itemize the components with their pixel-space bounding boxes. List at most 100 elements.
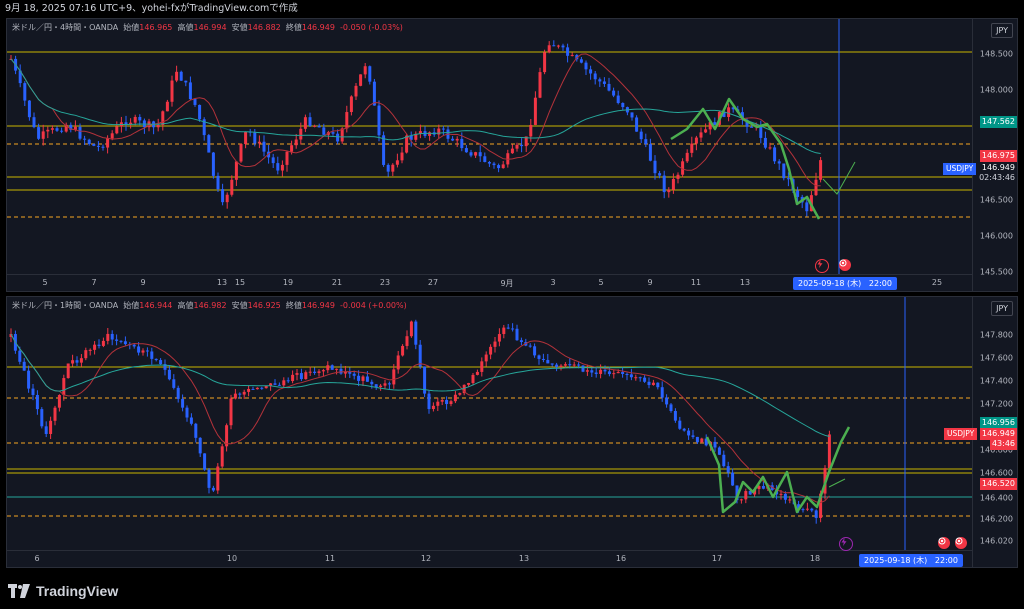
candle-body [467,382,471,385]
projection-line[interactable] [670,97,821,220]
candle-body [294,139,298,146]
candle-body [451,138,455,141]
candle-body [445,399,449,405]
candle-body [700,438,704,443]
candle-body [211,152,215,176]
candle-body [188,82,192,100]
candle-body [510,148,514,154]
crosshair-date-pill: 2025-09-18 (木) 22:00 [859,554,963,567]
candle-body [629,374,633,378]
candle-body [589,69,593,74]
target-icon[interactable] [955,537,967,549]
candle-body [194,423,198,438]
candle-body [594,372,598,374]
target-icon[interactable] [839,259,851,271]
candle-body [251,388,255,390]
candle-body [665,397,669,405]
chart-pane-4h[interactable]: 米ドル／円・4時間・OANDA 始値146.965 高値146.994 安値14… [6,18,1018,292]
candle-body [493,341,497,347]
candle-body [819,160,823,180]
currency-button[interactable]: JPY [991,23,1013,38]
candle-body [667,189,671,193]
candle-body [78,126,82,139]
candle-body [304,372,308,380]
candle-body [621,103,625,108]
time-tick: 13 [518,554,530,563]
candle-body [763,137,767,148]
candle-body [123,341,127,345]
tradingview-brand[interactable]: TradingView [8,580,118,602]
candle-body [234,161,238,180]
candle-body [519,340,523,343]
candle-body [303,117,307,129]
candle-body [277,384,281,386]
candle-body [563,364,567,366]
candle-body [630,112,634,118]
candle-body [777,161,781,164]
candle-body [464,148,468,153]
time-tick: 27 [427,278,439,287]
candle-body [480,361,484,372]
candle-body [322,127,326,135]
candle-body [744,491,748,500]
candle-body [280,164,284,171]
candle-body [313,371,317,373]
candle-body [154,358,158,361]
candle-body [761,485,765,489]
candle-body [336,133,340,142]
time-tick: 9月 [500,279,514,288]
candle-body [317,125,321,128]
candle-body [660,387,664,398]
candle-body [658,173,662,176]
projection-line-thin[interactable] [828,478,846,488]
currency-button[interactable]: JPY [991,301,1013,316]
candle-body [198,437,202,454]
candle-body [648,144,652,161]
candle-body [685,152,689,162]
price-plot-4h[interactable] [7,19,973,275]
candle-body [676,174,680,179]
symbol-tag: USDJPY [944,428,978,440]
candle-body [115,126,119,134]
legend-symbol: 米ドル／円・1時間・OANDA [12,301,119,310]
candle-body [671,178,675,190]
candle-body [621,372,625,374]
red-level-label: 146.520 [979,478,1017,490]
candle-body [83,138,87,140]
chart-pane-1h[interactable]: 米ドル／円・1時間・OANDA 始値146.944 高値146.982 安値14… [6,296,1018,568]
candle-body [165,101,169,112]
candle-body [23,83,27,101]
legend-open: 146.944 [139,301,173,310]
candle-body [383,383,387,386]
target-icon[interactable] [938,537,950,549]
symbol-tag: USDJPY [943,163,977,175]
candle-body [370,381,374,385]
candle-body [515,144,519,149]
candle-body [616,95,620,104]
candle-body [35,394,39,410]
candle-body [299,373,303,380]
candle-body [374,384,378,388]
lightning-icon[interactable] [815,259,829,273]
candle-body [27,370,31,389]
legend-low: 146.882 [247,23,281,32]
legend-high: 146.982 [193,301,227,310]
time-tick: 12 [420,554,432,563]
candle-body [331,132,335,134]
candle-body [497,165,501,169]
price-plot-1h[interactable] [7,297,973,551]
candle-body [290,145,294,152]
candle-body [541,358,545,360]
candle-body [145,350,149,352]
lightning-icon[interactable] [839,537,853,551]
candle-body [581,365,585,372]
candle-body [409,321,413,337]
candle-body [299,128,303,140]
candle-body [170,80,174,102]
candle-body [768,147,772,149]
candle-body [97,344,101,346]
candle-body [22,361,26,371]
candle-body [295,373,299,375]
candle-body [392,369,396,385]
candle-body [335,368,339,370]
